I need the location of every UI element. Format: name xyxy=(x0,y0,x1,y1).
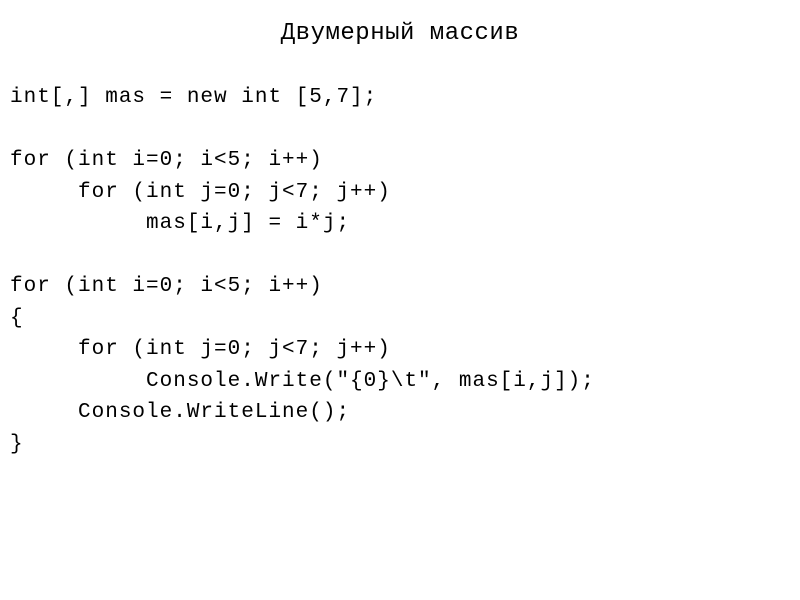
code-block: int[,] mas = new int [5,7]; for (int i=0… xyxy=(10,82,790,460)
page-title: Двумерный массив xyxy=(10,20,790,47)
